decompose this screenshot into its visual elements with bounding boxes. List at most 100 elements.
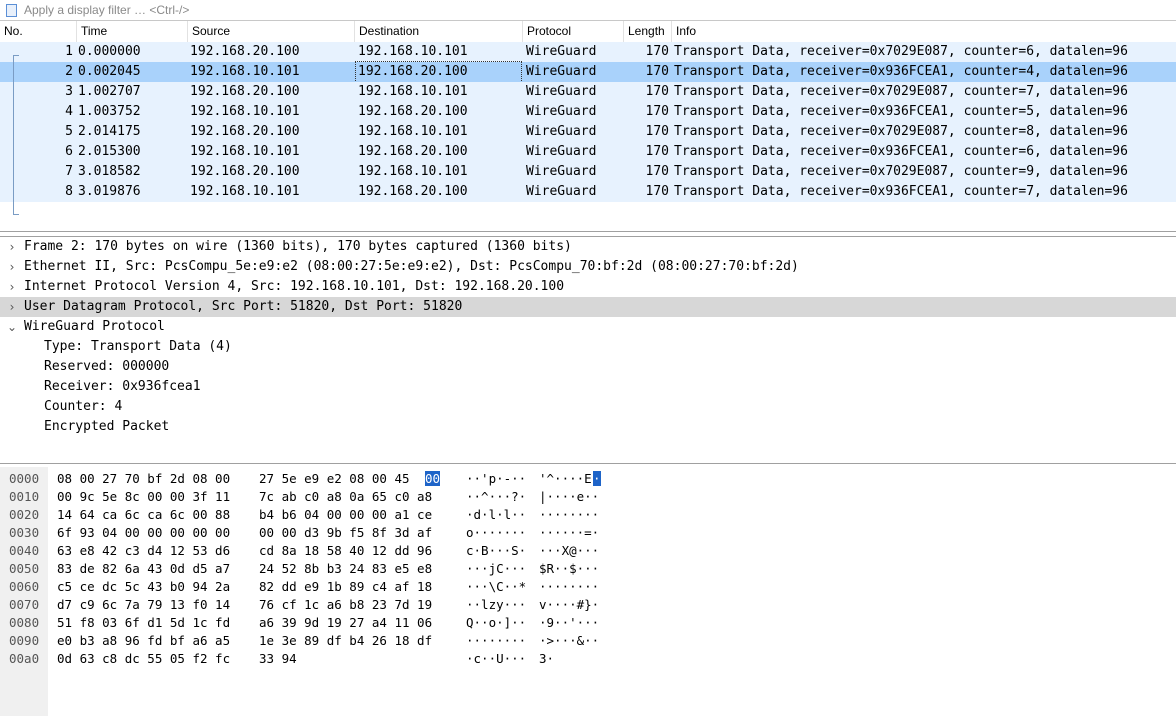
detail-tree-item[interactable]: › Ethernet II, Src: PcsCompu_5e:e9:e2 (08… <box>0 257 1176 277</box>
packet-time: 0.002045 <box>78 64 141 79</box>
bytes-ascii[interactable]: ···\C··* <box>466 578 526 596</box>
bytes-hex[interactable]: 7c ab c0 a8 0a 65 c0 a8 <box>259 488 432 506</box>
bytes-ascii[interactable]: $R··$··· <box>539 560 599 578</box>
collapse-arrow-icon[interactable]: ⌄ <box>6 317 18 337</box>
packet-info: Transport Data, receiver=0x936FCEA1, cou… <box>674 184 1128 199</box>
bytes-ascii[interactable]: ······=· <box>539 524 599 542</box>
bytes-row: 0090 e0 b3 a8 96 fd bf a6 a5 1e 3e 89 df b… <box>0 632 1176 650</box>
detail-tree-item[interactable]: › User Datagram Protocol, Src Port: 51820… <box>0 297 1176 317</box>
packet-time: 2.015300 <box>78 144 141 159</box>
detail-text: Frame 2: 170 bytes on wire (1360 bits), … <box>24 239 572 254</box>
packet-protocol: WireGuard <box>526 44 597 59</box>
bytes-ascii[interactable]: 3· <box>539 650 554 668</box>
selected-byte-hex[interactable]: 00 <box>425 471 441 486</box>
bytes-offset: 0070 <box>9 597 40 612</box>
bytes-hex[interactable]: 51 f8 03 6f d1 5d 1c fd <box>57 614 230 632</box>
packet-row[interactable]: 8 3.019876 192.168.10.101 192.168.20.100 Wir… <box>0 182 1176 202</box>
bytes-ascii[interactable]: Q··o·]·· <box>466 614 526 632</box>
column-header-info[interactable]: Info <box>671 21 1176 42</box>
bookmark-filter-icon[interactable] <box>6 4 17 17</box>
display-filter-input[interactable] <box>22 0 1176 20</box>
bytes-offset: 0040 <box>9 543 40 558</box>
bytes-ascii[interactable]: ·d·l·l·· <box>466 506 526 524</box>
bytes-hex[interactable]: 1e 3e 89 df b4 26 18 df <box>259 632 432 650</box>
bytes-ascii[interactable]: ·>···&·· <box>539 632 599 650</box>
detail-tree-item[interactable]: Receiver: 0x936fcea1 <box>0 377 1176 397</box>
bytes-hex[interactable]: 6f 93 04 00 00 00 00 00 <box>57 524 230 542</box>
detail-tree-item[interactable]: ⌄ WireGuard Protocol <box>0 317 1176 337</box>
expand-arrow-icon[interactable]: › <box>6 257 18 277</box>
bytes-hex[interactable]: 76 cf 1c a6 b8 23 7d 19 <box>259 596 432 614</box>
bytes-hex[interactable]: 0d 63 c8 dc 55 05 f2 fc <box>57 650 230 668</box>
detail-tree-item[interactable]: Encrypted Packet <box>0 417 1176 437</box>
bytes-ascii[interactable]: ·c··U··· <box>466 650 526 668</box>
bytes-offset: 0020 <box>9 507 40 522</box>
bytes-ascii[interactable]: '^····E <box>539 470 592 488</box>
packet-row[interactable]: 6 2.015300 192.168.10.101 192.168.20.100 Wir… <box>0 142 1176 162</box>
bytes-hex[interactable]: 00 00 d3 9b f5 8f 3d af <box>259 524 432 542</box>
bytes-ascii[interactable]: ···jC··· <box>466 560 526 578</box>
bytes-offset: 0080 <box>9 615 40 630</box>
bytes-hex[interactable]: e0 b3 a8 96 fd bf a6 a5 <box>57 632 230 650</box>
bytes-hex[interactable]: cd 8a 18 58 40 12 dd 96 <box>259 542 432 560</box>
bytes-hex[interactable]: 14 64 ca 6c ca 6c 00 88 <box>57 506 230 524</box>
bytes-ascii[interactable]: ········ <box>539 578 599 596</box>
packet-row[interactable]: 1 0.000000 192.168.20.100 192.168.10.101 Wir… <box>0 42 1176 62</box>
bytes-hex[interactable]: 82 dd e9 1b 89 c4 af 18 <box>259 578 432 596</box>
bytes-hex[interactable]: d7 c9 6c 7a 79 13 f0 14 <box>57 596 230 614</box>
column-header-time[interactable]: Time <box>76 21 187 42</box>
bytes-ascii[interactable]: ········ <box>466 632 526 650</box>
bytes-row: 0000 08 00 27 70 bf 2d 08 00 27 5e e9 e2 0… <box>0 470 1176 488</box>
detail-tree-item[interactable]: › Frame 2: 170 bytes on wire (1360 bits),… <box>0 237 1176 257</box>
bytes-offset: 0090 <box>9 633 40 648</box>
packet-row[interactable]: 4 1.003752 192.168.10.101 192.168.20.100 Wir… <box>0 102 1176 122</box>
bytes-hex[interactable]: 83 de 82 6a 43 0d d5 a7 <box>57 560 230 578</box>
detail-tree-item[interactable]: Counter: 4 <box>0 397 1176 417</box>
bytes-hex[interactable]: c5 ce dc 5c 43 b0 94 2a <box>57 578 230 596</box>
expand-arrow-icon[interactable]: › <box>6 277 18 297</box>
bytes-offset: 0050 <box>9 561 40 576</box>
detail-text: WireGuard Protocol <box>24 319 165 334</box>
bytes-ascii[interactable]: ···X@··· <box>539 542 599 560</box>
packet-protocol: WireGuard <box>526 124 597 139</box>
column-header-no[interactable]: No. <box>0 21 76 42</box>
bytes-row: 0060 c5 ce dc 5c 43 b0 94 2a 82 dd e9 1b 8… <box>0 578 1176 596</box>
detail-tree-item[interactable]: Reserved: 000000 <box>0 357 1176 377</box>
bytes-ascii[interactable]: |····e·· <box>539 488 599 506</box>
bytes-ascii[interactable]: ··^···?· <box>466 488 526 506</box>
bytes-hex[interactable]: 27 5e e9 e2 08 00 45 <box>259 470 410 488</box>
bytes-ascii[interactable]: ········ <box>539 506 599 524</box>
detail-tree-item[interactable]: › Internet Protocol Version 4, Src: 192.1… <box>0 277 1176 297</box>
bytes-ascii[interactable]: o······· <box>466 524 526 542</box>
bytes-ascii[interactable]: ··'p·-·· <box>466 470 526 488</box>
packet-no: 6 <box>65 144 73 159</box>
column-header-destination[interactable]: Destination <box>354 21 522 42</box>
bytes-row: 0080 51 f8 03 6f d1 5d 1c fd a6 39 9d 19 2… <box>0 614 1176 632</box>
bytes-hex[interactable]: 24 52 8b b3 24 83 e5 e8 <box>259 560 432 578</box>
packet-no: 7 <box>65 164 73 179</box>
selected-byte-ascii[interactable]: · <box>593 471 601 486</box>
bytes-ascii[interactable]: v····#}· <box>539 596 599 614</box>
detail-tree-item[interactable]: Type: Transport Data (4) <box>0 337 1176 357</box>
packet-row[interactable]: 3 1.002707 192.168.20.100 192.168.10.101 Wir… <box>0 82 1176 102</box>
bytes-hex[interactable]: 00 9c 5e 8c 00 00 3f 11 <box>57 488 230 506</box>
bytes-hex[interactable]: b4 b6 04 00 00 00 a1 ce <box>259 506 432 524</box>
bytes-hex[interactable]: 33 94 <box>259 650 297 668</box>
column-header-source[interactable]: Source <box>187 21 354 42</box>
detail-text: Counter: 4 <box>44 399 123 414</box>
bytes-ascii[interactable]: ··lzy··· <box>466 596 526 614</box>
packet-row[interactable]: 2 0.002045 192.168.10.101 192.168.20.100 Wir… <box>0 61 1176 83</box>
packet-row[interactable]: 7 3.018582 192.168.20.100 192.168.10.101 Wir… <box>0 162 1176 182</box>
column-header-protocol[interactable]: Protocol <box>522 21 623 42</box>
packet-no: 3 <box>65 84 73 99</box>
bytes-ascii[interactable]: ·9··'··· <box>539 614 599 632</box>
expand-arrow-icon[interactable]: › <box>6 297 18 317</box>
column-header-length[interactable]: Length <box>623 21 671 42</box>
bytes-hex[interactable]: 63 e8 42 c3 d4 12 53 d6 <box>57 542 230 560</box>
expand-arrow-icon[interactable]: › <box>6 237 18 257</box>
bytes-ascii[interactable]: c·B···S· <box>466 542 526 560</box>
packet-row[interactable]: 5 2.014175 192.168.20.100 192.168.10.101 Wir… <box>0 122 1176 142</box>
bytes-hex[interactable]: 08 00 27 70 bf 2d 08 00 <box>57 470 230 488</box>
bytes-row: 0050 83 de 82 6a 43 0d d5 a7 24 52 8b b3 2… <box>0 560 1176 578</box>
bytes-hex[interactable]: a6 39 9d 19 27 a4 11 06 <box>259 614 432 632</box>
